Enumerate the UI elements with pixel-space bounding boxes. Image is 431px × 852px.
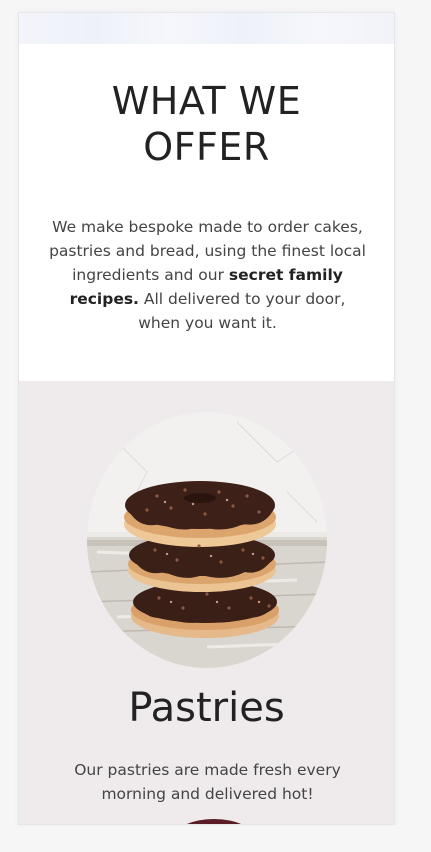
pastries-title: Pastries (128, 685, 285, 731)
heading-line-2: OFFER (143, 125, 270, 169)
next-item-image (173, 819, 255, 824)
offer-description: We make bespoke made to order cakes, pas… (49, 215, 366, 335)
offer-text-part-2: All delivered to your door, when you wan… (138, 290, 346, 332)
page-frame: WHAT WE OFFER We make bespoke made to or… (18, 12, 395, 825)
section-heading: WHAT WE OFFER (19, 78, 394, 170)
heading-line-1: WHAT WE (111, 79, 302, 123)
pastries-section: Pastries Our pastries are made fresh eve… (19, 381, 394, 824)
hero-image-edge (19, 13, 394, 44)
donut-stack-photo (87, 412, 327, 668)
what-we-offer-section: WHAT WE OFFER We make bespoke made to or… (19, 44, 394, 381)
pastries-description: Our pastries are made fresh every mornin… (74, 761, 341, 803)
pastries-image (87, 412, 327, 668)
